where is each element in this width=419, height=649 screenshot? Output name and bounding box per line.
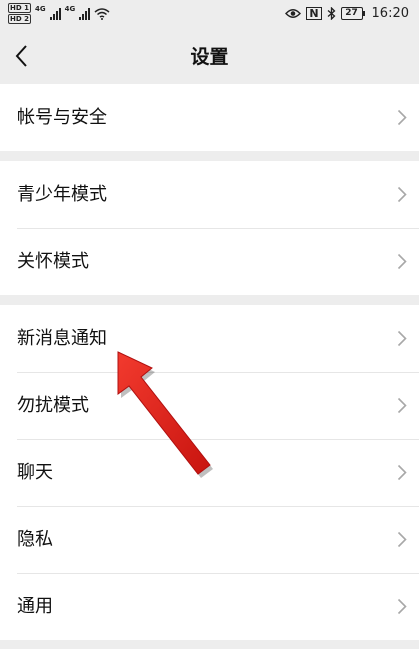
- row-care-mode[interactable]: 关怀模式: [0, 228, 419, 295]
- hd-badges: HD 1 HD 2: [8, 3, 31, 24]
- signal-icon: [79, 7, 91, 20]
- hd-badge-1: HD 1: [8, 3, 31, 13]
- signal-icon: [49, 7, 61, 20]
- hd-badge-2: HD 2: [8, 14, 31, 24]
- chevron-right-icon: [397, 253, 407, 270]
- bluetooth-icon: [327, 7, 335, 20]
- row-privacy[interactable]: 隐私: [0, 506, 419, 573]
- chevron-right-icon: [397, 598, 407, 615]
- row-label: 通用: [17, 596, 53, 617]
- chevron-right-icon: [397, 531, 407, 548]
- chevron-right-icon: [397, 397, 407, 414]
- settings-group-modes: 青少年模式 关怀模式: [0, 161, 419, 295]
- chevron-right-icon: [397, 109, 407, 126]
- battery-icon: 27: [340, 7, 365, 20]
- network-type-1: 4G: [34, 4, 46, 13]
- row-general[interactable]: 通用: [0, 573, 419, 640]
- row-label: 青少年模式: [17, 184, 107, 205]
- row-label: 隐私: [17, 529, 53, 550]
- page-title: 设置: [190, 46, 229, 68]
- network-type-2: 4G: [64, 4, 76, 13]
- status-bar: HD 1 HD 2 4G 4G N 27 16:20: [0, 0, 419, 30]
- battery-tip: [362, 11, 365, 16]
- wifi-icon: [94, 7, 110, 20]
- row-label: 帐号与安全: [17, 107, 107, 128]
- eye-icon: [285, 9, 302, 18]
- settings-group-general: 新消息通知 勿扰模式 聊天 隐私 通用: [0, 305, 419, 640]
- status-right: N 27 16:20: [285, 6, 409, 21]
- row-label: 新消息通知: [17, 328, 107, 349]
- row-label: 关怀模式: [17, 251, 89, 272]
- row-new-message-notifications[interactable]: 新消息通知: [0, 305, 419, 372]
- row-do-not-disturb[interactable]: 勿扰模式: [0, 372, 419, 439]
- chevron-right-icon: [397, 330, 407, 347]
- chevron-right-icon: [397, 464, 407, 481]
- chevron-right-icon: [397, 186, 407, 203]
- row-label: 勿扰模式: [17, 395, 89, 416]
- row-account-security[interactable]: 帐号与安全: [0, 84, 419, 151]
- nav-bar: 设置: [0, 30, 419, 84]
- battery-level: 27: [340, 7, 363, 20]
- clock: 16:20: [371, 6, 409, 21]
- nfc-icon: N: [306, 7, 322, 20]
- status-left: HD 1 HD 2 4G 4G: [8, 3, 110, 24]
- row-chat[interactable]: 聊天: [0, 439, 419, 506]
- row-label: 聊天: [17, 462, 53, 483]
- row-teen-mode[interactable]: 青少年模式: [0, 161, 419, 228]
- settings-group-account: 帐号与安全: [0, 84, 419, 151]
